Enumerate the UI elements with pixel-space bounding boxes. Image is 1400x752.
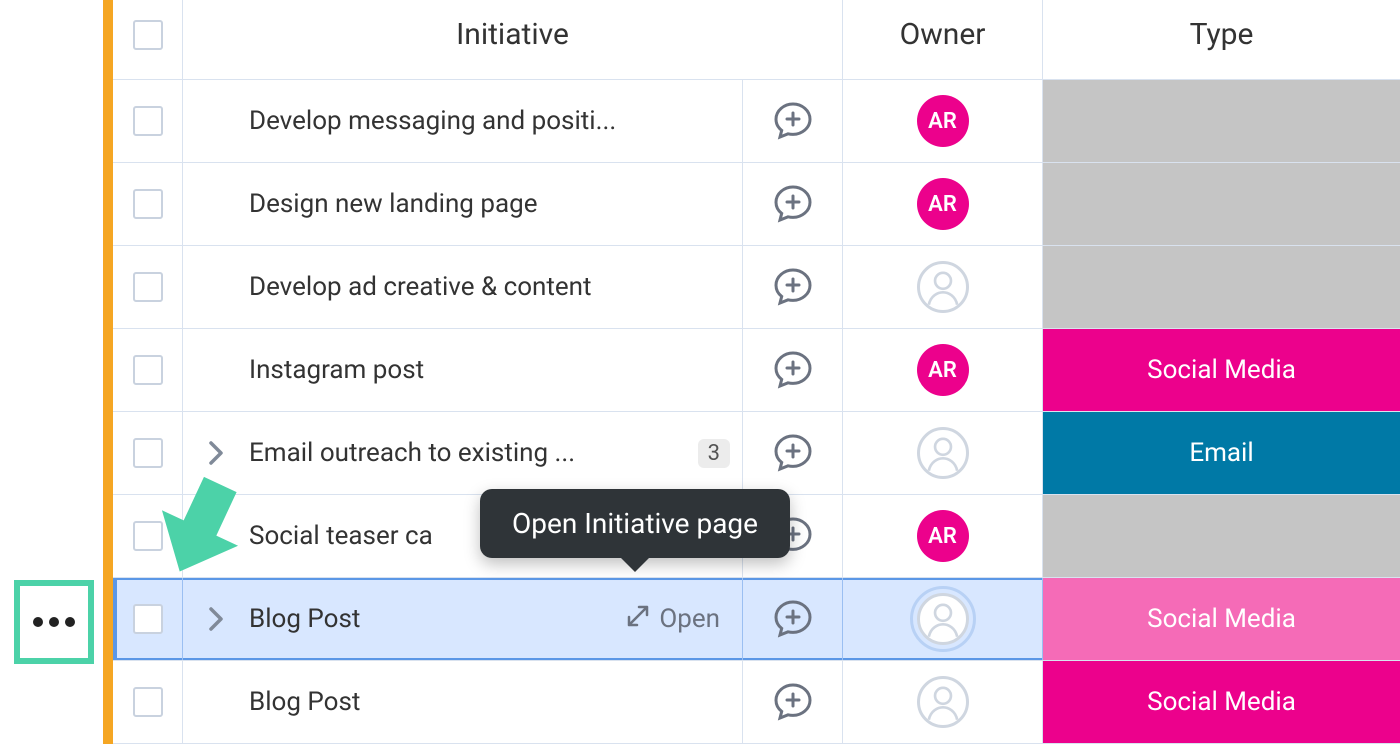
- initiative-title: Email outreach to existing ...: [249, 438, 686, 468]
- table-row[interactable]: Develop messaging and positi... AR: [113, 80, 1400, 163]
- owner-avatar[interactable]: AR: [917, 178, 969, 230]
- initiative-title: Blog Post: [249, 604, 613, 634]
- header-owner-label: Owner: [900, 17, 986, 52]
- header-type[interactable]: Type: [1043, 0, 1400, 79]
- type-label: Email: [1043, 412, 1400, 494]
- type-cell[interactable]: Social Media: [1043, 661, 1400, 743]
- row-actions-button[interactable]: [14, 580, 94, 664]
- initiative-title: Develop messaging and positi...: [249, 106, 730, 136]
- header-initiative[interactable]: Initiative: [183, 0, 843, 79]
- subitem-count: 3: [698, 439, 730, 468]
- row-checkbox[interactable]: [133, 272, 163, 302]
- type-label: [1043, 495, 1400, 577]
- owner-cell[interactable]: [843, 661, 1043, 743]
- owner-cell[interactable]: AR: [843, 80, 1043, 162]
- initiative-title: Instagram post: [249, 355, 730, 385]
- owner-cell[interactable]: [843, 246, 1043, 328]
- owner-empty-avatar[interactable]: [917, 261, 969, 313]
- owner-avatar[interactable]: AR: [917, 344, 969, 396]
- add-comment-icon[interactable]: [773, 599, 813, 639]
- table-header-row: Initiative Owner Type: [113, 0, 1400, 80]
- row-checkbox[interactable]: [133, 106, 163, 136]
- open-label: Open: [659, 604, 720, 634]
- expand-icon: [625, 603, 651, 636]
- more-icon: [33, 617, 75, 627]
- initiative-cell[interactable]: Instagram post: [183, 329, 743, 411]
- owner-cell[interactable]: [843, 412, 1043, 494]
- table-row[interactable]: Develop ad creative & content: [113, 246, 1400, 329]
- add-comment-icon[interactable]: [773, 101, 813, 141]
- checkbox-cell: [113, 163, 183, 245]
- owner-cell[interactable]: AR: [843, 163, 1043, 245]
- row-checkbox[interactable]: [133, 438, 163, 468]
- type-cell[interactable]: [1043, 80, 1400, 162]
- table-row[interactable]: Instagram post AR Social Media: [113, 329, 1400, 412]
- add-comment-cell: [743, 329, 843, 411]
- type-label: [1043, 246, 1400, 328]
- initiative-cell[interactable]: Design new landing page: [183, 163, 743, 245]
- owner-avatar[interactable]: AR: [917, 95, 969, 147]
- header-owner[interactable]: Owner: [843, 0, 1043, 79]
- owner-cell[interactable]: AR: [843, 495, 1043, 577]
- add-comment-icon[interactable]: [773, 350, 813, 390]
- initiative-title: Develop ad creative & content: [249, 272, 730, 302]
- add-comment-icon[interactable]: [773, 184, 813, 224]
- owner-avatar[interactable]: AR: [917, 510, 969, 562]
- add-comment-cell: [743, 163, 843, 245]
- table-row[interactable]: Email outreach to existing ... 3 Email: [113, 412, 1400, 495]
- open-initiative-button[interactable]: Open: [625, 603, 730, 636]
- type-cell[interactable]: [1043, 246, 1400, 328]
- initiative-cell[interactable]: Develop messaging and positi...: [183, 80, 743, 162]
- expand-toggle[interactable]: [195, 605, 237, 633]
- header-initiative-label: Initiative: [456, 17, 569, 52]
- type-cell[interactable]: [1043, 163, 1400, 245]
- initiative-cell[interactable]: Develop ad creative & content: [183, 246, 743, 328]
- owner-cell[interactable]: AR: [843, 329, 1043, 411]
- add-comment-icon[interactable]: [773, 682, 813, 722]
- type-label: Social Media: [1043, 661, 1400, 743]
- checkbox-cell: [113, 246, 183, 328]
- row-checkbox[interactable]: [133, 189, 163, 219]
- type-label: Social Media: [1043, 329, 1400, 411]
- owner-empty-avatar[interactable]: [917, 427, 969, 479]
- owner-cell[interactable]: [843, 578, 1043, 660]
- table-row[interactable]: Design new landing page AR: [113, 163, 1400, 246]
- initiative-cell[interactable]: Email outreach to existing ... 3: [183, 412, 743, 494]
- owner-empty-avatar[interactable]: [917, 676, 969, 728]
- type-label: [1043, 163, 1400, 245]
- type-label: [1043, 80, 1400, 162]
- header-type-label: Type: [1190, 17, 1254, 52]
- checkbox-cell: [113, 661, 183, 743]
- initiative-title: Design new landing page: [249, 189, 730, 219]
- checkbox-cell: [113, 80, 183, 162]
- select-all-checkbox[interactable]: [133, 20, 163, 50]
- initiative-title: Blog Post: [249, 687, 730, 717]
- add-comment-cell: [743, 412, 843, 494]
- row-checkbox[interactable]: [133, 604, 163, 634]
- table-row[interactable]: Blog Post Social Media: [113, 661, 1400, 744]
- type-cell[interactable]: [1043, 495, 1400, 577]
- add-comment-icon[interactable]: [773, 267, 813, 307]
- add-comment-cell: [743, 80, 843, 162]
- row-checkbox[interactable]: [133, 355, 163, 385]
- open-initiative-tooltip: Open Initiative page: [480, 489, 790, 558]
- type-label: Social Media: [1043, 578, 1400, 660]
- header-checkbox-cell: [113, 0, 183, 79]
- type-cell[interactable]: Email: [1043, 412, 1400, 494]
- owner-empty-avatar[interactable]: [917, 593, 969, 645]
- initiative-cell[interactable]: Blog Post Open: [183, 578, 743, 660]
- add-comment-icon[interactable]: [773, 433, 813, 473]
- checkbox-cell: [113, 329, 183, 411]
- checkbox-cell: [113, 578, 183, 660]
- type-cell[interactable]: Social Media: [1043, 329, 1400, 411]
- add-comment-cell: [743, 578, 843, 660]
- table-row[interactable]: Blog Post Open Social Media: [113, 578, 1400, 661]
- add-comment-cell: [743, 246, 843, 328]
- type-cell[interactable]: Social Media: [1043, 578, 1400, 660]
- add-comment-cell: [743, 661, 843, 743]
- row-checkbox[interactable]: [133, 687, 163, 717]
- initiatives-table: Initiative Owner Type Develop messaging …: [103, 0, 1400, 744]
- initiative-cell[interactable]: Blog Post: [183, 661, 743, 743]
